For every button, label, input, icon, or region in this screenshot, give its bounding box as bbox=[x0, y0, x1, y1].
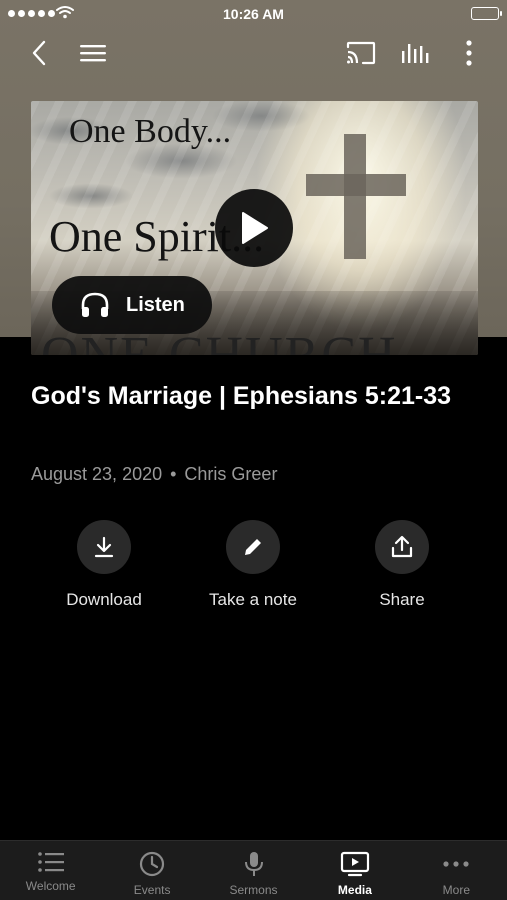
tab-events[interactable]: Events bbox=[101, 841, 202, 900]
share-button[interactable]: Share bbox=[327, 520, 477, 610]
tab-welcome[interactable]: Welcome bbox=[0, 841, 101, 900]
tab-label: Welcome bbox=[25, 879, 76, 893]
listen-button[interactable]: Listen bbox=[52, 276, 212, 334]
sermon-title: God's Marriage | Ephesians 5:21-33 bbox=[31, 382, 452, 410]
tab-label: Sermons bbox=[229, 883, 278, 897]
tab-media[interactable]: Media bbox=[304, 841, 405, 900]
tab-label: Media bbox=[337, 883, 372, 897]
audio-bars-icon bbox=[402, 44, 429, 63]
hamburger-menu-icon bbox=[80, 45, 106, 62]
meta-separator: • bbox=[170, 464, 177, 484]
more-vertical-icon bbox=[466, 40, 472, 66]
listen-label: Listen bbox=[126, 293, 185, 316]
sermon-speaker[interactable]: Chris Greer bbox=[184, 464, 277, 485]
download-label: Download bbox=[66, 590, 142, 609]
cast-button[interactable] bbox=[344, 36, 378, 70]
back-button[interactable] bbox=[22, 36, 56, 70]
status-time: 10:26 AM bbox=[223, 6, 284, 22]
battery-icon bbox=[471, 7, 502, 20]
tab-sermons[interactable]: Sermons bbox=[203, 841, 304, 900]
bottom-tab-bar: Welcome Events Sermons Media More bbox=[0, 840, 507, 900]
share-icon bbox=[391, 535, 413, 558]
tab-label: More bbox=[442, 883, 470, 897]
cross-graphic bbox=[306, 134, 406, 259]
more-horizontal-icon bbox=[443, 861, 469, 867]
tab-label: Events bbox=[133, 883, 171, 897]
pencil-icon bbox=[245, 539, 261, 555]
download-button[interactable]: Download bbox=[29, 520, 179, 610]
download-icon bbox=[94, 536, 114, 558]
back-icon bbox=[32, 40, 46, 66]
tv-play-icon bbox=[340, 851, 370, 877]
sermon-meta: August 23, 2020 • Chris Greer bbox=[31, 464, 277, 485]
microphone-icon bbox=[244, 852, 263, 876]
take-note-label: Take a note bbox=[209, 590, 297, 609]
menu-button[interactable] bbox=[76, 36, 110, 70]
list-icon bbox=[37, 852, 64, 872]
cast-icon bbox=[346, 41, 376, 65]
tab-more[interactable]: More bbox=[406, 841, 507, 900]
audio-bars-button[interactable] bbox=[398, 36, 432, 70]
status-bar: 10:26 AM bbox=[0, 0, 507, 28]
headphones-icon bbox=[81, 292, 109, 317]
take-note-button[interactable]: Take a note bbox=[178, 520, 328, 610]
play-icon bbox=[242, 212, 268, 244]
sermon-date: August 23, 2020 bbox=[31, 464, 163, 484]
share-label: Share bbox=[379, 590, 425, 609]
play-button[interactable] bbox=[215, 189, 293, 267]
artwork-text-line1: One Body... bbox=[69, 113, 232, 150]
more-options-button[interactable] bbox=[452, 36, 486, 70]
clock-icon bbox=[140, 851, 165, 877]
